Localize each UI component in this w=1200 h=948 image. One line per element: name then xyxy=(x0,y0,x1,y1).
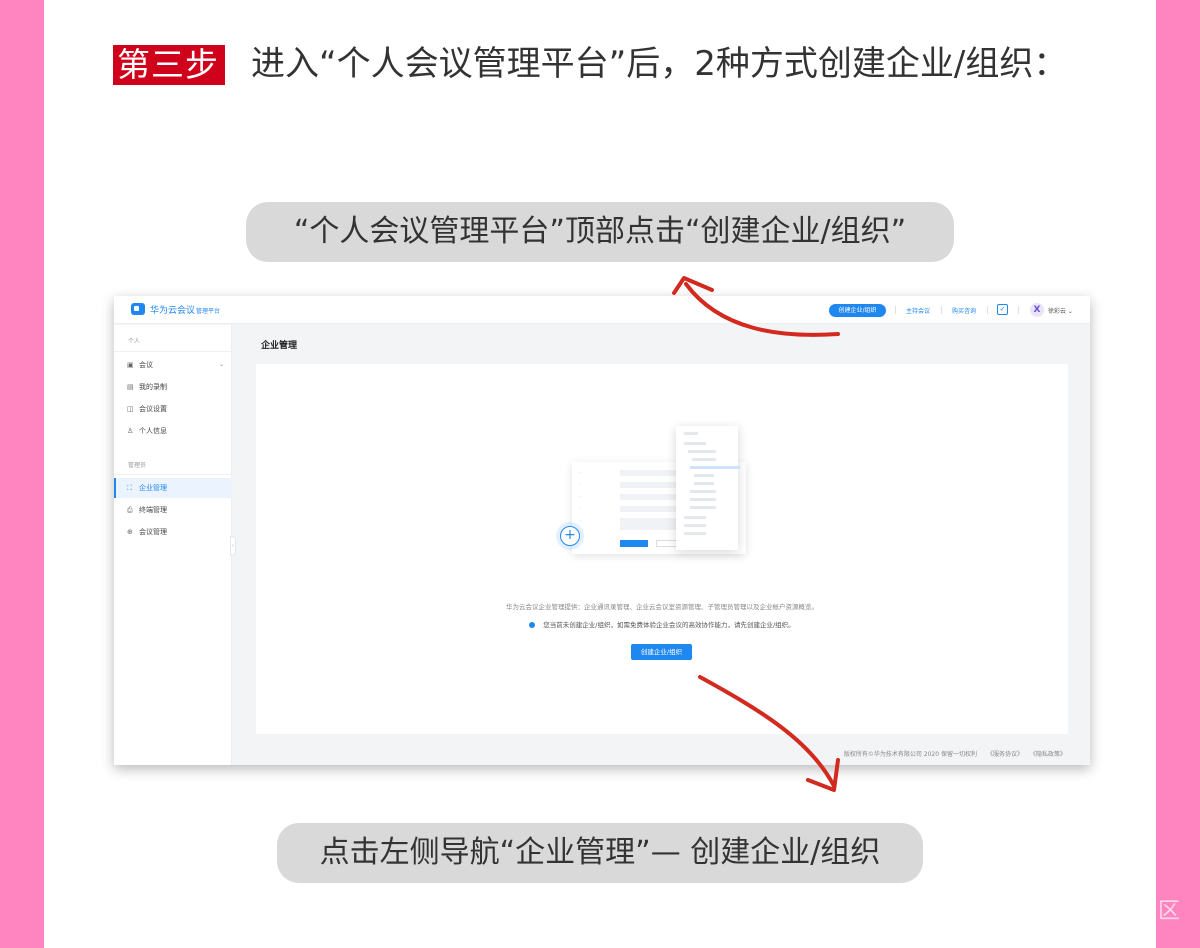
footer: 版权所有©华为技术有限公司 2020 保留一切权利 《服务协议》 《隐私政策》 xyxy=(834,749,1066,758)
sidebar-item-recordings[interactable]: ▤ 我的录制 xyxy=(114,377,232,397)
chevron-down-icon[interactable]: ⌄ xyxy=(219,355,224,375)
callout-bottom: 点击左侧导航“企业管理”— 创建企业/组织 xyxy=(277,823,923,883)
callout-top: “个人会议管理平台”顶部点击“创建企业/组织” xyxy=(246,202,954,262)
enterprise-icon: ⛶ xyxy=(127,484,132,492)
sidebar-item-terminal[interactable]: ⎙ 终端管理 xyxy=(114,500,232,520)
create-enterprise-button[interactable]: 创建企业/组织 xyxy=(631,644,692,660)
sidebar-collapse-handle[interactable]: ‹ xyxy=(230,536,236,556)
sidebar-item-label: 会议管理 xyxy=(139,528,167,536)
host-meeting-link[interactable]: 主持会议 xyxy=(906,306,930,315)
divider xyxy=(941,306,942,314)
divider xyxy=(987,306,988,314)
sidebar-section-admin: 管理员 xyxy=(128,462,147,469)
notice-text: 您当前未创建企业/组织，如需免费体验企业会议的高效协作能力，请先创建企业/组织。 xyxy=(543,621,795,629)
create-enterprise-top-button[interactable]: 创建企业/组织 xyxy=(829,304,886,317)
top-bar: 华为云会议 管理平台 创建企业/组织 主持会议 购买咨询 ✓ X 徐彩云 ⌄ xyxy=(114,296,1090,324)
user-name-menu[interactable]: 徐彩云 ⌄ xyxy=(1048,306,1073,315)
enterprise-description: 华为云会议企业管理提供：企业通讯录管理、企业云会议室资源管理、子管理员管理以及企… xyxy=(506,603,818,611)
plus-icon: + xyxy=(560,526,580,546)
sidebar-item-label: 会议设置 xyxy=(139,405,167,413)
step-instruction: 进入“个人会议管理平台”后，2种方式创建企业/组织： xyxy=(251,44,1068,84)
sidebar-item-meeting[interactable]: ▣ 会议 ⌄ xyxy=(114,355,232,375)
avatar[interactable]: X xyxy=(1030,303,1044,317)
sidebar-item-label: 会议 xyxy=(139,361,153,369)
check-square-icon[interactable]: ✓ xyxy=(997,304,1008,315)
recording-icon: ▤ xyxy=(127,383,134,391)
calendar-icon: ▣ xyxy=(127,361,134,369)
step-badge: 第三步 xyxy=(113,45,225,85)
sidebar-item-label: 个人信息 xyxy=(139,427,167,435)
app-logo-name[interactable]: 华为云会议 xyxy=(150,303,195,316)
enterprise-illustration: · · · · · + xyxy=(560,426,752,566)
illustration-panel xyxy=(676,426,740,550)
sidebar-item-personal-info[interactable]: ♙ 个人信息 xyxy=(114,421,232,441)
privacy-policy-link[interactable]: 《隐私政策》 xyxy=(1033,751,1066,758)
sidebar-item-label: 企业管理 xyxy=(139,484,167,492)
divider xyxy=(114,474,232,475)
app-screenshot: 华为云会议 管理平台 创建企业/组织 主持会议 购买咨询 ✓ X 徐彩云 ⌄ 个… xyxy=(114,296,1090,765)
sidebar-item-meeting-settings[interactable]: ◫ 会议设置 xyxy=(114,399,232,419)
terminal-icon: ⎙ xyxy=(127,506,133,514)
meeting-admin-icon: ⊕ xyxy=(127,528,133,536)
info-icon xyxy=(529,622,536,628)
purchase-inquiry-link[interactable]: 购买咨询 xyxy=(952,306,976,315)
divider xyxy=(1018,306,1019,314)
copyright-text: 版权所有©华为技术有限公司 2020 保留一切权利 xyxy=(843,751,977,758)
sidebar-item-label: 终端管理 xyxy=(139,506,167,514)
app-logo-sub: 管理平台 xyxy=(196,308,221,315)
sidebar-item-meeting-admin[interactable]: ⊕ 会议管理 xyxy=(114,522,232,542)
divider xyxy=(114,351,232,352)
sidebar: 个人 ▣ 会议 ⌄ ▤ 我的录制 ◫ 会议设置 ♙ 个人信息 管理员 ⛶ 企业管… xyxy=(114,325,232,765)
watermark-text: 区 xyxy=(1158,899,1181,924)
sidebar-item-label: 我的录制 xyxy=(139,383,167,391)
divider xyxy=(895,306,896,314)
settings-icon: ◫ xyxy=(127,405,134,413)
sidebar-section-personal: 个人 xyxy=(128,338,141,345)
service-agreement-link[interactable]: 《服务协议》 xyxy=(987,751,1023,758)
user-icon: ♙ xyxy=(127,427,134,435)
page-title: 企业管理 xyxy=(261,341,298,351)
enterprise-empty-card: · · · · · + 华为云会议企业管理提供：企业通讯录管理、企业云会议室资源… xyxy=(256,364,1068,734)
sidebar-item-enterprise[interactable]: ⛶ 企业管理 xyxy=(114,478,232,498)
video-camera-icon xyxy=(131,303,145,315)
no-enterprise-notice: 您当前未创建企业/组织，如需免费体验企业会议的高效协作能力，请先创建企业/组织。 xyxy=(256,619,1068,629)
